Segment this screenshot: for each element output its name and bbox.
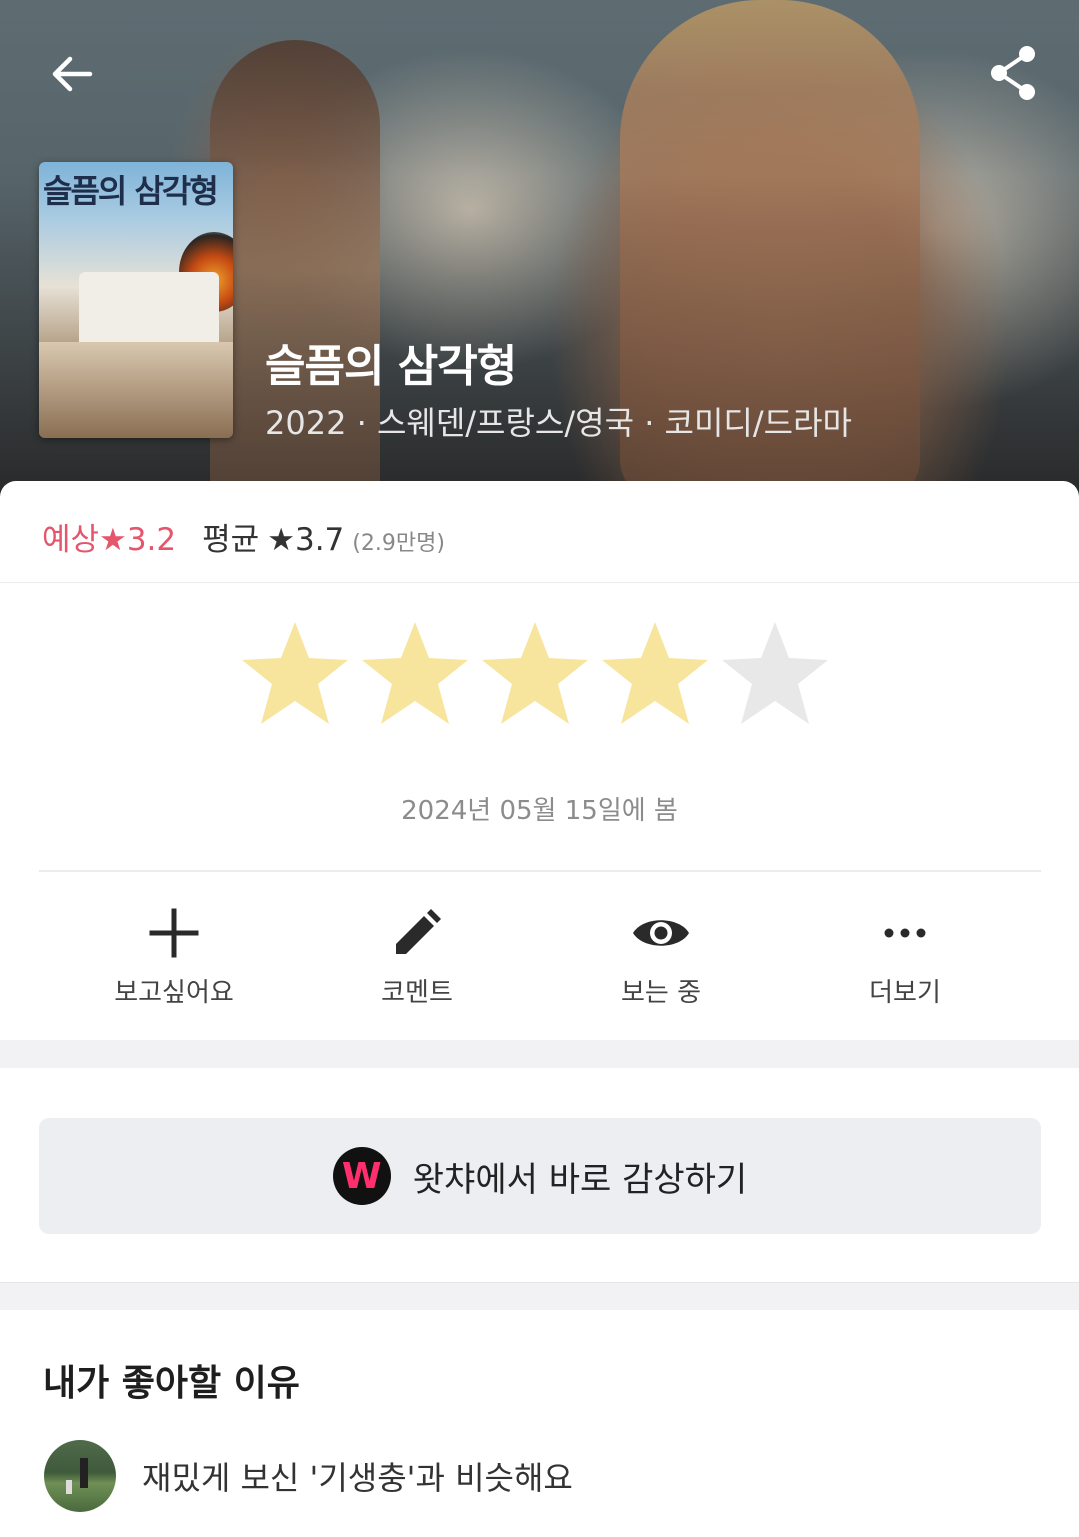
share-icon xyxy=(991,46,1035,100)
star-3-icon[interactable] xyxy=(480,618,590,730)
star-5-icon[interactable] xyxy=(720,618,830,730)
watch-button-label: 왓챠에서 바로 감상하기 xyxy=(412,1159,748,1200)
average-label: 평균 xyxy=(202,522,260,558)
watching-button[interactable]: 보는 중 xyxy=(561,900,761,1009)
more-label: 더보기 xyxy=(869,978,941,1008)
divider xyxy=(39,870,1041,872)
section-separator xyxy=(0,1040,1079,1068)
rating-count: (2.9만명) xyxy=(352,531,445,556)
plus-icon xyxy=(149,908,199,958)
more-button[interactable]: 더보기 xyxy=(805,900,1005,1009)
reason-thumbnail xyxy=(44,1440,116,1512)
share-button[interactable] xyxy=(987,44,1041,102)
watched-date: 2024년 05월 15일에 봄 xyxy=(401,796,678,826)
watcha-logo-icon: W xyxy=(332,1147,391,1205)
star-1-icon[interactable] xyxy=(240,618,350,730)
poster-title: 슬픔의 삼각형 xyxy=(43,172,219,210)
more-icon xyxy=(884,928,926,938)
average-rating: ★3.7 xyxy=(267,522,345,558)
eye-icon xyxy=(633,920,689,946)
comment-label: 코멘트 xyxy=(381,978,453,1008)
reason-text: 재밌게 보신 '기생충'과 비슷해요 xyxy=(142,1459,573,1497)
movie-poster[interactable]: 슬픔의 삼각형 xyxy=(39,162,233,438)
wishlist-button[interactable]: 보고싶어요 xyxy=(74,900,274,1009)
watch-on-watcha-button[interactable]: W 왓챠에서 바로 감상하기 xyxy=(39,1118,1041,1234)
comment-button[interactable]: 코멘트 xyxy=(317,900,517,1009)
back-button[interactable] xyxy=(46,48,102,100)
reasons-title: 내가 좋아할 이유 xyxy=(43,1363,300,1404)
arrow-left-icon xyxy=(52,56,93,92)
predicted-rating: ★3.2 xyxy=(99,522,177,558)
movie-meta: 2022 · 스웨덴/프랑스/영국 · 코미디/드라마 xyxy=(265,404,852,442)
rating-summary: 예상 ★3.2 평균 ★3.7 (2.9만명) xyxy=(42,514,445,558)
predicted-label: 예상 xyxy=(42,522,100,558)
divider xyxy=(0,582,1079,583)
section-separator xyxy=(0,1282,1079,1310)
my-rating-stars[interactable] xyxy=(240,618,840,734)
wishlist-label: 보고싶어요 xyxy=(114,978,234,1008)
action-bar: 보고싶어요 코멘트 보는 중 더보기 xyxy=(0,900,1079,1020)
hero-backdrop: 슬픔의 삼각형 슬픔의 삼각형 2022 · 스웨덴/프랑스/영국 · 코미디/… xyxy=(0,0,1079,500)
pencil-icon xyxy=(396,909,441,954)
movie-title: 슬픔의 삼각형 xyxy=(265,341,517,392)
star-4-icon[interactable] xyxy=(600,618,710,730)
watching-label: 보는 중 xyxy=(620,978,702,1008)
star-2-icon[interactable] xyxy=(360,618,470,730)
reason-item[interactable]: 재밌게 보신 '기생충'과 비슷해요 xyxy=(44,1438,573,1514)
